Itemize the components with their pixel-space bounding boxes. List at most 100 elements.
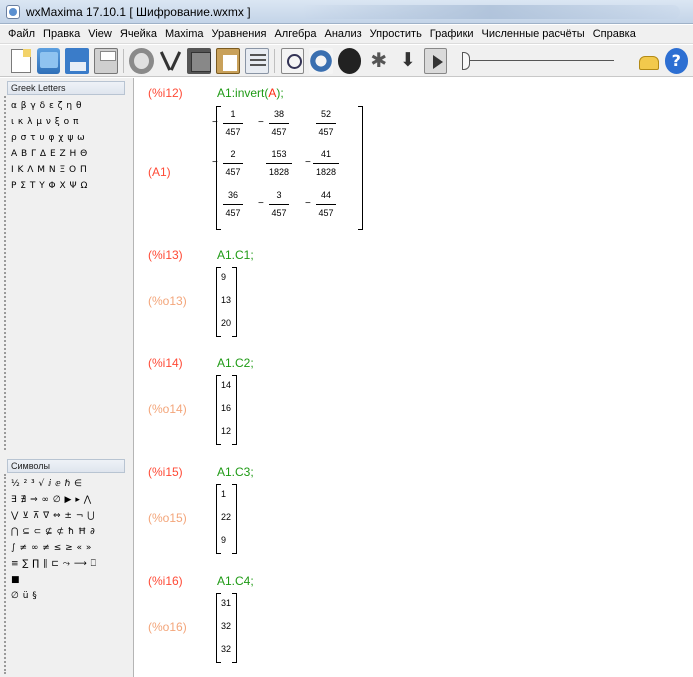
fraction-bar [269,204,289,205]
fraction-numerator: 1 [230,109,236,119]
fraction-numerator: 41 [320,149,331,159]
minus-sign: − [212,117,218,128]
greek-row[interactable]: ρ σ τ υ φ χ ψ ω [11,133,85,143]
menu-algebra[interactable]: Алгебра [274,28,316,40]
title-bar: wxMaxima 17.10.1 [ Шифрование.wxmx ] [0,0,693,24]
fraction-bar [316,123,336,124]
fraction-numerator: 52 [320,109,331,119]
fraction-denominator: 457 [271,208,287,218]
menu-edit[interactable]: Правка [43,28,80,40]
output-label: (%o16) [148,620,187,634]
fraction-numerator: 36 [227,190,238,200]
cut-scissors-button[interactable] [158,47,183,74]
vector-entry: 9 [221,272,227,282]
symbols-row[interactable]: ⋂ ⊆ ⊂ ⊈ ⊄ ħ Ħ ∂ [11,527,95,537]
fraction-bar [223,123,243,124]
input-command[interactable]: A1.C1; [217,248,254,262]
fraction-denominator: 1828 [268,167,290,177]
symbols-row[interactable]: ≡ ∑ ∏ ∥ ⊏ ⤳ ⟶ ⎕ [11,559,97,569]
matrix-fraction: 52 457 [311,109,341,138]
output-label: (%o13) [148,294,187,308]
menu-equations[interactable]: Уравнения [212,28,267,40]
output-label: (A1) [148,165,171,179]
fraction-bar [223,204,243,205]
reevaluate-button[interactable] [309,47,333,74]
fraction-numerator: 44 [320,190,331,200]
input-command[interactable]: A1.C4; [217,574,254,588]
input-command[interactable]: A1.C3; [217,465,254,479]
find-button[interactable] [280,47,305,74]
vector-entry: 22 [221,512,232,522]
save-button[interactable] [65,47,89,74]
help-button[interactable]: ? [664,47,689,74]
input-label: (%i12) [148,86,183,100]
slider-thumb[interactable] [462,51,471,70]
evaluate-all-button[interactable] [366,47,390,74]
menu-file[interactable]: Файл [8,28,35,40]
symbols-row[interactable]: ⋁ ⊻ ⊼ ∇ ⇔ ± ¬ ⋃ [11,511,95,521]
left-sidebar: Greek Letters α β γ δ ε ζ η θ ι κ λ μ ν … [0,78,134,677]
menu-plot[interactable]: Графики [430,28,474,40]
input-command[interactable]: A1:invert(A); [217,86,284,100]
greek-row[interactable]: α β γ δ ε ζ η θ [11,101,82,111]
fraction-numerator: 2 [230,149,236,159]
symbols-row[interactable]: ½ ² ³ √ ⅈ ⅇ ℏ ∈ [11,479,82,489]
help-icon: ? [671,50,681,70]
paste-button[interactable] [216,47,240,74]
input-label: (%i13) [148,248,183,262]
fraction-denominator: 457 [225,167,241,177]
greek-row[interactable]: ι κ λ μ ν ξ ο π [11,117,79,127]
vector-entry: 16 [221,403,232,413]
vector-entry: 9 [221,535,227,545]
greek-row[interactable]: Ρ Σ Τ Υ Φ Χ Ψ Ω [11,181,88,191]
select-all-button[interactable] [244,47,269,74]
toolbar: ? [0,45,693,77]
panel-drag-handle[interactable] [4,96,6,450]
greek-letters-panel: Greek Letters α β γ δ ε ζ η θ ι κ λ μ ν … [3,80,130,452]
matrix-fraction: 2 457 [218,149,248,178]
minus-sign: − [258,117,264,128]
menu-view[interactable]: View [88,28,112,40]
fraction-denominator: 1828 [315,167,337,177]
panel-drag-handle[interactable] [4,474,6,674]
animation-slider[interactable] [458,48,618,74]
symbols-row[interactable]: ∃ ∄ ⇒ ∞ ∅ ▶ ▸ ⋀ [11,495,92,505]
symbols-panel: Символы ½ ² ³ √ ⅈ ⅇ ℏ ∈ ∃ ∄ ⇒ ∞ ∅ ▶ ▸ ⋀ … [3,458,130,676]
greek-row[interactable]: Α Β Γ Δ Ε Ζ Η Θ [11,149,88,159]
greek-row[interactable]: Ι Κ Λ Μ Ν Ξ Ο Π [11,165,87,175]
cmd-end: ); [276,86,284,100]
copy-button[interactable] [187,47,212,74]
evaluate-down-button[interactable] [395,47,419,74]
minus-sign: − [305,157,311,168]
symbols-row[interactable]: ∅ ü § [11,591,37,601]
minus-sign: − [212,157,218,168]
slider-track [468,59,614,61]
animation-play-button[interactable] [423,47,448,74]
menu-cell[interactable]: Ячейка [120,28,157,40]
output-label: (%o14) [148,402,187,416]
vector-entry: 1 [221,489,227,499]
menu-numeric[interactable]: Численные расчёты [482,28,585,40]
input-label: (%i15) [148,465,183,479]
print-button[interactable] [93,47,118,74]
menu-maxima[interactable]: Maxima [165,28,204,40]
input-command[interactable]: A1.C2; [217,356,254,370]
symbols-row[interactable]: ■ [11,575,20,585]
menu-simplify[interactable]: Упростить [370,28,422,40]
symbols-panel-title: Символы [7,459,125,473]
fraction-denominator: 457 [318,208,334,218]
matrix-fraction: 153 1828 [264,149,294,178]
vector-entry: 31 [221,598,232,608]
symbols-row[interactable]: ∫ ≠ ∞ ≠ ≤ ≥ « » [11,543,92,553]
new-document-icon [11,48,31,73]
worksheet[interactable]: (%i12) A1:invert(A); (A1) 1 457−38 457−52 4… [135,78,693,677]
menu-calculus[interactable]: Анализ [325,28,362,40]
open-folder-button[interactable] [36,47,61,74]
export-button[interactable] [635,47,660,74]
preferences-gear-button[interactable] [129,47,154,74]
menu-help[interactable]: Справка [593,28,636,40]
minus-sign: − [305,198,311,209]
interrupt-button[interactable] [337,47,362,74]
new-document-button[interactable] [8,48,32,74]
toolbar-separator [122,48,124,73]
